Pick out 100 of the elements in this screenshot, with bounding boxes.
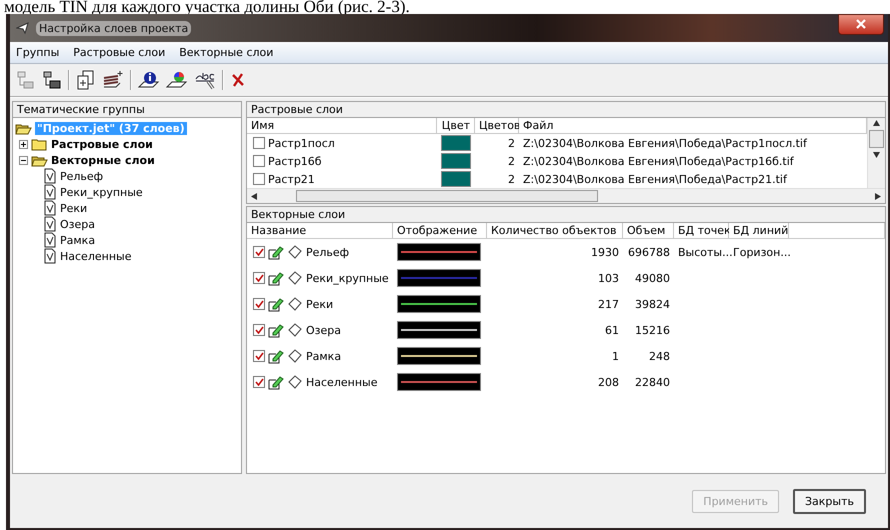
table-cell-text: Z:\02304\Волкова Евгения\Победа\Растр21.tif	[522, 172, 788, 188]
table-cell-text: 208	[597, 374, 620, 390]
panel-header: Векторные слои	[247, 207, 885, 223]
table-cell: Рельеф	[306, 246, 350, 258]
panel-header: Тематические группы	[13, 102, 241, 118]
color-swatch[interactable]	[441, 153, 471, 169]
pencil-icon[interactable]	[268, 322, 284, 338]
close-button[interactable]	[838, 14, 884, 34]
pencil-icon[interactable]	[268, 244, 284, 260]
table-cell-text: 49080	[634, 270, 671, 286]
column-header[interactable]: Цвет	[437, 118, 475, 134]
pencil-icon[interactable]	[268, 270, 284, 286]
layer-file-icon	[43, 200, 57, 216]
scroll-up-icon[interactable]	[873, 120, 880, 126]
label-edit-icon[interactable]	[194, 70, 216, 90]
shape-icon[interactable]	[287, 322, 303, 338]
tree-item[interactable]: Реки_крупные	[60, 186, 143, 198]
color-layer-icon[interactable]	[166, 70, 188, 90]
column-header[interactable]: Файл	[519, 118, 867, 134]
layer-file-icon	[43, 168, 57, 184]
check-icon	[254, 300, 264, 308]
scroll-left-icon[interactable]	[251, 192, 257, 200]
tree-item[interactable]: Векторные слои	[51, 154, 155, 166]
scrollbar-thumb[interactable]	[869, 130, 884, 148]
shape-icon[interactable]	[287, 296, 303, 312]
scrollbar-thumb[interactable]	[296, 190, 598, 202]
vertical-scrollbar[interactable]	[867, 118, 885, 188]
pencil-icon[interactable]	[268, 348, 284, 364]
column-header[interactable]: БД точек	[674, 223, 729, 239]
table-cell-text: 696788	[627, 244, 671, 260]
pencil-icon[interactable]	[268, 296, 284, 312]
checkbox[interactable]	[253, 376, 265, 388]
table-cell-text: 2	[507, 172, 516, 188]
table-cell-text: 1	[611, 348, 620, 364]
add-layers-icon[interactable]	[102, 70, 124, 90]
column-header[interactable]: Объем	[623, 223, 674, 239]
shape-icon[interactable]	[287, 348, 303, 364]
checkbox[interactable]	[253, 246, 265, 258]
table-cell-text: 39824	[634, 296, 671, 312]
line-style-swatch[interactable]	[397, 321, 481, 339]
table-cell: Растр21	[268, 172, 315, 186]
table-cell-text: Высоты...	[677, 244, 729, 260]
checkbox[interactable]	[253, 272, 265, 284]
checkbox[interactable]	[253, 324, 265, 336]
checkbox[interactable]	[253, 137, 265, 149]
menu-item[interactable]: Растровые слои	[73, 46, 166, 59]
table-cell-text: 1930	[590, 244, 620, 260]
line-style-swatch[interactable]	[397, 243, 481, 261]
column-header[interactable]: БД линий	[729, 223, 789, 239]
tree-item[interactable]: Рельеф	[60, 170, 104, 182]
line-style-swatch[interactable]	[397, 373, 481, 391]
checkbox[interactable]	[253, 173, 265, 185]
checkbox[interactable]	[253, 298, 265, 310]
table-cell: Реки_крупные	[306, 272, 389, 284]
table-cell-text: 248	[648, 348, 671, 364]
line-style-swatch[interactable]	[397, 347, 481, 365]
tree-item[interactable]: Озера	[60, 218, 95, 230]
column-header[interactable]: Количество объектов	[487, 223, 623, 239]
pencil-icon[interactable]	[268, 374, 284, 390]
tree-item[interactable]: Рамка	[60, 234, 96, 246]
delete-icon[interactable]	[230, 72, 246, 88]
shape-icon[interactable]	[287, 374, 303, 390]
layer-file-icon	[43, 184, 57, 200]
line-style-swatch[interactable]	[397, 269, 481, 287]
tree-item[interactable]: Реки	[60, 202, 88, 214]
window-title: Настройка слоев проекта	[36, 20, 192, 36]
shape-icon[interactable]	[287, 270, 303, 286]
copy-pages-icon[interactable]	[76, 70, 96, 90]
table-cell-text: 103	[597, 270, 620, 286]
tree-item[interactable]: Населенные	[60, 250, 132, 262]
column-header[interactable]: Отображение	[393, 223, 487, 239]
table-cell-text: Z:\02304\Волкова Евгения\Победа\Растр16б.tif	[522, 154, 795, 170]
collapse-icon[interactable]	[19, 156, 28, 164]
check-icon	[254, 248, 264, 256]
dialog-button[interactable]: Закрыть	[793, 488, 866, 514]
check-icon	[254, 274, 264, 282]
info-layer-icon[interactable]	[138, 70, 160, 90]
menu-item[interactable]: Группы	[16, 46, 60, 59]
scroll-down-icon[interactable]	[873, 152, 880, 158]
check-icon	[254, 326, 264, 334]
table-cell-text: 217	[597, 296, 620, 312]
column-header[interactable]: Цветов	[475, 118, 519, 134]
menu-item[interactable]: Векторные слои	[179, 46, 274, 59]
checkbox[interactable]	[253, 350, 265, 362]
table-cell: Реки	[306, 298, 334, 310]
folder-tree-icon[interactable]	[42, 70, 62, 90]
color-swatch[interactable]	[441, 135, 471, 151]
table-cell: Рамка	[306, 350, 342, 362]
check-icon	[254, 352, 264, 360]
color-swatch[interactable]	[441, 171, 471, 187]
shape-icon[interactable]	[287, 244, 303, 260]
tree-item[interactable]: Растровые слои	[51, 138, 153, 150]
expand-icon[interactable]	[19, 140, 28, 148]
column-header[interactable]: Название	[247, 223, 393, 239]
scroll-right-icon[interactable]	[875, 192, 881, 200]
horizontal-scrollbar[interactable]	[247, 188, 885, 203]
column-header[interactable]: Имя	[247, 118, 437, 134]
line-style-swatch[interactable]	[397, 295, 481, 313]
table-cell: Растр16б	[268, 154, 322, 168]
checkbox[interactable]	[253, 155, 265, 167]
